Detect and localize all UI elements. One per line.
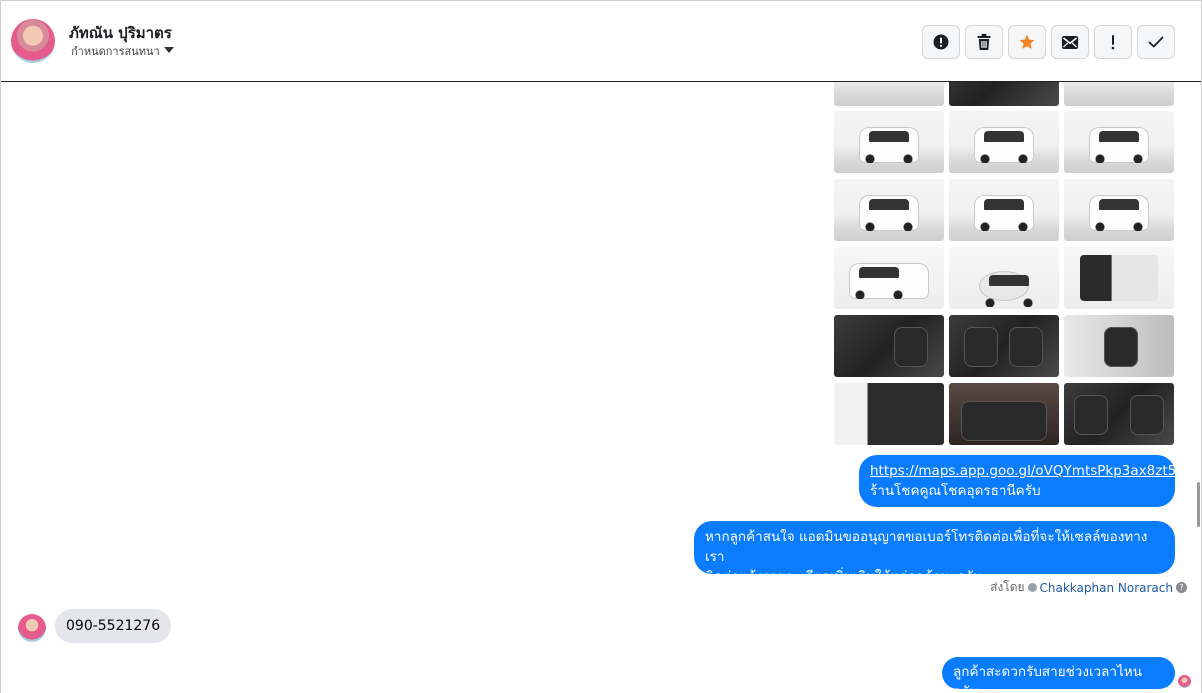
star-icon: [1019, 34, 1035, 49]
star-button[interactable]: [1008, 25, 1046, 59]
gallery-image[interactable]: [834, 179, 944, 241]
label-dropdown[interactable]: กำหนดการสนทนา: [71, 44, 174, 56]
incoming-message[interactable]: 090-5521276: [55, 609, 172, 643]
gallery-image[interactable]: [949, 111, 1059, 173]
delete-button[interactable]: [965, 25, 1003, 59]
mark-unread-button[interactable]: [1051, 25, 1089, 59]
sent-by-label: ส่งโดย: [990, 580, 1025, 594]
contact-avatar[interactable]: [11, 19, 55, 63]
checkmark-icon: [1148, 36, 1164, 48]
gallery-image[interactable]: [949, 247, 1059, 309]
gallery-image[interactable]: [949, 383, 1059, 445]
sender-name[interactable]: Chakkaphan Norarach: [1040, 581, 1173, 595]
gallery-image[interactable]: [949, 315, 1059, 377]
exclamation-icon: [1111, 35, 1115, 50]
gallery-image[interactable]: [834, 247, 944, 309]
seen-indicator-avatar: [1178, 675, 1191, 688]
label-dropdown-text: กำหนดการสนทนา: [71, 45, 160, 56]
report-spam-button[interactable]: [922, 25, 960, 59]
mark-done-button[interactable]: [1137, 25, 1175, 59]
gallery-image[interactable]: [834, 383, 944, 445]
message-text-line: หากลูกค้าสนใจ แอดมินขออนุญาตขอเบอร์โทรติ…: [705, 529, 1148, 565]
gallery-image[interactable]: [1064, 315, 1174, 377]
trash-icon: [977, 34, 991, 50]
outgoing-message[interactable]: ลูกค้าสะดวกรับสายช่วงเวลาไหนครับ: [942, 657, 1175, 693]
gallery-image[interactable]: [949, 179, 1059, 241]
caret-down-icon: [163, 47, 174, 53]
maps-link[interactable]: https://maps.app.goo.gl/oVQYmtsPkp3ax8zt…: [870, 463, 1176, 479]
message-text: ร้านโชคคูณโชคอุดรธานีครับ: [870, 483, 1041, 499]
gallery-image[interactable]: [834, 315, 944, 377]
alert-circle-icon: [933, 34, 949, 50]
conversation-toolbar: [922, 25, 1175, 59]
gallery-image[interactable]: [1064, 111, 1174, 173]
message-text: ลูกค้าสะดวกรับสายช่วงเวลาไหนครับ: [953, 664, 1142, 693]
gallery-image[interactable]: [834, 111, 944, 173]
gallery-image[interactable]: [1064, 247, 1174, 309]
contact-avatar-small[interactable]: [18, 614, 46, 642]
conversation-header: ภัทณัน ปุริมาตร กำหนดการสนทนา: [1, 1, 1201, 82]
envelope-icon: [1062, 35, 1078, 49]
sent-by-info: ส่งโดย Chakkaphan Norarach ?: [990, 578, 1187, 597]
gallery-image[interactable]: [1064, 179, 1174, 241]
outgoing-message[interactable]: https://maps.app.goo.gl/oVQYmtsPkp3ax8zt…: [859, 455, 1176, 507]
message-thread[interactable]: https://maps.app.goo.gl/oVQYmtsPkp3ax8zt…: [1, 44, 1201, 693]
message-window: ภัทณัน ปุริมาตร กำหนดการสนทนา https://ma…: [0, 0, 1202, 693]
help-icon[interactable]: ?: [1176, 582, 1187, 593]
important-button[interactable]: [1094, 25, 1132, 59]
outgoing-message[interactable]: หากลูกค้าสนใจ แอดมินขออนุญาตขอเบอร์โทรติ…: [694, 521, 1175, 585]
verified-icon: [1027, 583, 1037, 592]
gallery-image[interactable]: [1064, 383, 1174, 445]
scrollbar-thumb[interactable]: [1197, 482, 1200, 527]
contact-name[interactable]: ภัทณัน ปุริมาตร: [69, 21, 172, 45]
